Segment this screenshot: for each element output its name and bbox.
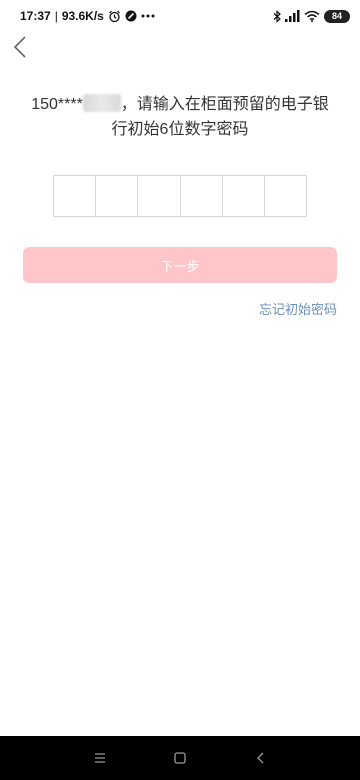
masked-phone-blur (82, 94, 121, 112)
instruction-line-2: 行初始6位数字密码 (111, 121, 249, 138)
pin-digit-box-5[interactable] (223, 176, 265, 216)
bluetooth-icon (273, 9, 281, 23)
back-icon[interactable] (250, 748, 270, 768)
instruction-line-1-text: ，请输入在柜面预留的电子银 (120, 96, 329, 113)
status-right: 84 (273, 9, 350, 23)
instruction-text: 150**** ，请输入在柜面预留的电子银 行初始6位数字密码 (20, 92, 340, 142)
masked-phone-prefix: 150**** (31, 96, 83, 113)
dnd-icon (125, 10, 137, 22)
more-dots-icon (141, 14, 155, 18)
forgot-initial-password-link[interactable]: 忘记初始密码 (259, 299, 337, 318)
pin-digit-box-1[interactable] (54, 176, 97, 216)
status-speed: 93.6K/s (61, 9, 104, 23)
signal-icon (285, 10, 300, 22)
status-left: 17:37 | 93.6K/s (20, 9, 155, 23)
alarm-icon (108, 10, 121, 23)
wifi-icon (304, 10, 320, 22)
next-step-button[interactable]: 下一步 (23, 247, 337, 283)
status-bar: 17:37 | 93.6K/s 84 (0, 0, 360, 32)
pin-code-input[interactable] (53, 175, 307, 217)
system-nav-bar (0, 736, 360, 780)
menu-icon[interactable] (90, 748, 110, 768)
back-button[interactable] (6, 34, 34, 64)
status-divider: | (54, 9, 58, 23)
instruction-line-1: 150**** ，请输入在柜面预留的电子银 (20, 92, 340, 117)
pin-digit-box-3[interactable] (138, 176, 181, 216)
chevron-left-icon (13, 35, 27, 63)
pin-digit-box-4[interactable] (181, 176, 223, 216)
home-icon[interactable] (170, 748, 190, 768)
status-time: 17:37 (20, 9, 51, 23)
pin-digit-box-2[interactable] (96, 176, 139, 216)
pin-digit-box-6[interactable] (265, 176, 306, 216)
battery-icon: 84 (324, 9, 350, 23)
